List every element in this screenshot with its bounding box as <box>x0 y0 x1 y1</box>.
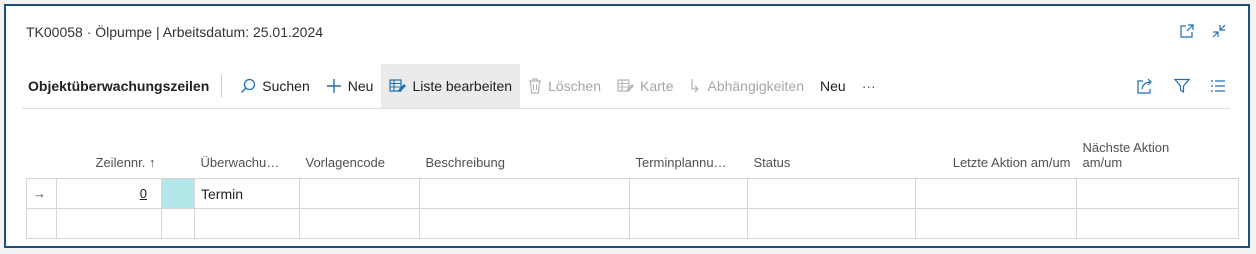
lines-grid: Zeilennr. ↑ Überwachu… Vorlagencode Besc… <box>26 130 1239 239</box>
edit-list-button[interactable]: Liste bearbeiten <box>381 64 521 108</box>
column-header-template[interactable]: Vorlagencode <box>300 130 420 179</box>
new-menu-button[interactable]: Neu <box>812 64 854 108</box>
page-title: TK00058 · Ölpumpe | Arbeitsdatum: 25.01.… <box>26 24 324 40</box>
color-cell[interactable] <box>161 208 195 239</box>
plus-icon <box>326 79 341 93</box>
edit-list-label: Liste bearbeiten <box>412 78 513 94</box>
monitoring-cell[interactable] <box>194 208 300 239</box>
scheduling-cell[interactable] <box>629 178 748 209</box>
table-row[interactable] <box>26 208 1239 239</box>
status-cell[interactable] <box>747 208 916 239</box>
column-header-next-action[interactable]: Nächste Aktion am/um <box>1077 130 1239 179</box>
subpage-window: TK00058 · Ölpumpe | Arbeitsdatum: 25.01.… <box>4 4 1250 248</box>
last-action-cell[interactable] <box>915 178 1077 209</box>
filter-icon[interactable] <box>1174 78 1190 94</box>
next-action-header-line-2: am/um <box>1082 155 1123 170</box>
card-button[interactable]: Karte <box>609 64 681 108</box>
marker-column-header <box>27 130 57 179</box>
search-button[interactable]: Suchen <box>232 64 317 108</box>
row-marker-arrow-icon[interactable]: → <box>26 178 57 209</box>
new-label: Neu <box>347 78 374 94</box>
selected-color-cell[interactable] <box>161 178 195 209</box>
card-label: Karte <box>640 78 674 94</box>
dependencies-arrow-icon <box>691 79 700 93</box>
more-options-button[interactable]: ··· <box>854 64 884 108</box>
next-action-cell[interactable] <box>1076 178 1239 209</box>
last-action-cell[interactable] <box>915 208 1077 239</box>
edit-list-icon <box>389 79 407 92</box>
next-action-cell[interactable] <box>1076 208 1239 239</box>
card-edit-icon <box>617 79 635 92</box>
column-header-scheduling[interactable]: Terminplannu… <box>630 130 748 179</box>
column-header-description[interactable]: Beschreibung <box>420 130 630 179</box>
toolbar-divider <box>221 75 223 97</box>
description-cell[interactable] <box>419 208 630 239</box>
search-icon <box>241 78 256 93</box>
color-column-header <box>162 130 195 179</box>
new-button[interactable]: Neu <box>318 64 382 108</box>
description-cell[interactable] <box>419 178 630 209</box>
status-cell[interactable] <box>747 178 916 209</box>
template-cell[interactable] <box>299 178 420 209</box>
scheduling-cell[interactable] <box>629 208 748 239</box>
open-in-new-window-icon[interactable] <box>1180 24 1194 38</box>
column-header-last-action[interactable]: Letzte Aktion am/um <box>916 130 1077 179</box>
header-row: Zeilennr. ↑ Überwachu… Vorlagencode Besc… <box>27 130 1239 179</box>
delete-label: Löschen <box>548 78 602 94</box>
monitoring-cell[interactable]: Termin <box>194 178 300 209</box>
delete-button[interactable]: Löschen <box>520 64 609 108</box>
share-icon[interactable] <box>1137 78 1154 94</box>
more-icon: ··· <box>861 78 876 94</box>
collapse-icon[interactable] <box>1212 24 1226 38</box>
line-no-cell[interactable]: 0 <box>56 178 162 209</box>
dependencies-button[interactable]: Abhängigkeiten <box>681 64 812 108</box>
column-header-monitoring[interactable]: Überwachu… <box>195 130 300 179</box>
trash-icon <box>529 78 542 94</box>
template-cell[interactable] <box>299 208 420 239</box>
line-no-cell[interactable] <box>56 208 162 239</box>
row-marker-cell[interactable] <box>26 208 57 239</box>
column-header-line-no[interactable]: Zeilennr. ↑ <box>57 130 162 179</box>
line-no-link[interactable]: 0 <box>140 186 147 201</box>
new-menu-label: Neu <box>820 78 846 94</box>
column-header-status[interactable]: Status <box>748 130 916 179</box>
search-label: Suchen <box>262 78 310 94</box>
section-title: Objektüberwachungszeilen <box>28 78 210 94</box>
window-controls <box>1180 24 1226 38</box>
dependencies-label: Abhängigkeiten <box>707 78 805 94</box>
action-bar: Objektüberwachungszeilen Suchen Neu List… <box>22 64 1230 109</box>
toolbar-right-actions <box>1137 78 1230 94</box>
list-view-icon[interactable] <box>1210 78 1226 94</box>
next-action-header-line-1: Nächste Aktion <box>1082 140 1170 155</box>
table-row[interactable]: → 0 Termin <box>26 178 1239 209</box>
